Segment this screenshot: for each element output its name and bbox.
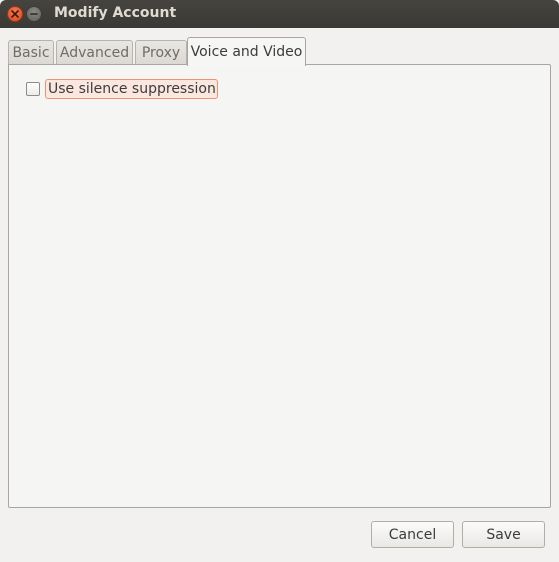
tab-advanced[interactable]: Advanced xyxy=(56,40,133,64)
tab-proxy[interactable]: Proxy xyxy=(135,40,187,64)
save-button[interactable]: Save xyxy=(462,521,545,548)
voice-video-panel: Use silence suppression xyxy=(8,64,551,508)
tab-basic[interactable]: Basic xyxy=(8,40,54,64)
title-bar[interactable]: Modify Account xyxy=(0,0,559,28)
tab-voice-and-video[interactable]: Voice and Video xyxy=(187,37,306,66)
cancel-button[interactable]: Cancel xyxy=(371,521,454,548)
window-title: Modify Account xyxy=(54,5,177,21)
silence-suppression-row[interactable]: Use silence suppression xyxy=(26,79,218,99)
silence-suppression-checkbox[interactable] xyxy=(26,82,40,96)
silence-suppression-label[interactable]: Use silence suppression xyxy=(45,79,218,99)
close-icon[interactable] xyxy=(7,6,23,22)
minimize-icon[interactable] xyxy=(26,6,42,22)
